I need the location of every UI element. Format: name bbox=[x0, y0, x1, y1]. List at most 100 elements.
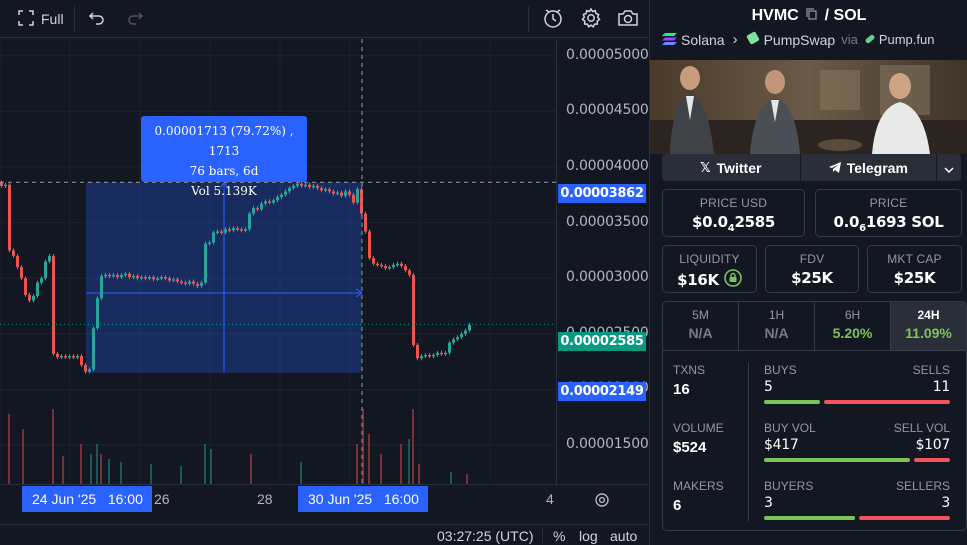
crosshair-price-tag: 0.00003862 bbox=[558, 184, 646, 203]
candle bbox=[124, 273, 127, 276]
candle bbox=[56, 353, 59, 358]
mkt-cap-box: MKT CAP $25K bbox=[867, 245, 962, 293]
token-symbol: HVMC bbox=[751, 7, 799, 25]
fdv-value: $25K bbox=[791, 269, 833, 287]
liquidity-box: LIQUIDITY $16K bbox=[662, 245, 757, 293]
price-tick-label: 0.00005000 bbox=[566, 46, 649, 63]
volume-bar bbox=[300, 462, 302, 484]
candle bbox=[240, 229, 243, 231]
volume-bar bbox=[418, 464, 420, 484]
token-header: HVMC / SOL Solana › PumpSwap via Pump.fu… bbox=[650, 0, 967, 60]
redo-button[interactable] bbox=[126, 7, 144, 31]
liquidity-label: LIQUIDITY bbox=[679, 252, 740, 266]
candle bbox=[204, 243, 207, 283]
tab-1h[interactable]: 1H N/A bbox=[739, 302, 815, 350]
volume-stat: VOLUME $524 bbox=[673, 421, 724, 456]
candle bbox=[16, 255, 19, 268]
candle bbox=[388, 267, 391, 269]
candle bbox=[396, 263, 399, 266]
dex-link[interactable]: PumpSwap bbox=[764, 32, 836, 48]
log-scale-toggle[interactable]: log bbox=[579, 528, 598, 544]
candle bbox=[104, 274, 107, 277]
tab-6h[interactable]: 6H 5.20% bbox=[815, 302, 891, 350]
undo-button[interactable] bbox=[88, 7, 106, 31]
volume-bar bbox=[108, 459, 110, 484]
launchpad-link[interactable]: Pump.fun bbox=[879, 32, 935, 47]
measure-volume: Vol 5.139K bbox=[191, 184, 257, 198]
volume-bar bbox=[8, 414, 10, 484]
volume-bar bbox=[764, 458, 950, 462]
tab-5m[interactable]: 5M N/A bbox=[663, 302, 739, 350]
candle bbox=[196, 283, 199, 286]
copy-icon[interactable] bbox=[806, 7, 817, 25]
volume-bar bbox=[96, 444, 98, 484]
volume-bar bbox=[356, 444, 358, 484]
candle bbox=[176, 279, 179, 282]
settings-button[interactable] bbox=[580, 7, 602, 31]
tab-24h[interactable]: 24H 11.09% bbox=[891, 302, 966, 350]
pair-separator: / bbox=[824, 7, 830, 25]
via-label: via bbox=[841, 32, 858, 47]
volume-bar bbox=[380, 454, 382, 484]
buyers-count: 3 bbox=[764, 495, 773, 511]
volume-bar bbox=[250, 454, 252, 484]
chain-link[interactable]: Solana bbox=[681, 32, 725, 48]
candle bbox=[136, 275, 139, 279]
sells-count: 11 bbox=[932, 379, 951, 395]
candle bbox=[308, 184, 311, 187]
candle bbox=[428, 354, 431, 357]
replay-button[interactable] bbox=[542, 7, 564, 31]
volume-bar bbox=[210, 449, 212, 484]
volume-bar bbox=[150, 464, 152, 484]
candle bbox=[436, 352, 439, 355]
candle bbox=[380, 264, 383, 267]
breadcrumb: Solana › PumpSwap via Pump.fun bbox=[662, 31, 962, 48]
candle bbox=[52, 255, 55, 354]
volume-bar bbox=[52, 409, 54, 484]
candle bbox=[132, 275, 135, 278]
candle bbox=[48, 255, 51, 262]
candle bbox=[20, 267, 23, 279]
twitter-button[interactable]: 𝕏 Twitter bbox=[662, 154, 800, 181]
telegram-button[interactable]: Telegram bbox=[800, 154, 937, 181]
candle bbox=[232, 228, 235, 231]
candle bbox=[320, 188, 323, 191]
sellers-count: 3 bbox=[941, 495, 950, 511]
fullscreen-icon bbox=[18, 9, 34, 29]
range-low-price-tag: 0.00002149 bbox=[558, 382, 646, 401]
candle bbox=[408, 270, 411, 275]
liquidity-value: $16K bbox=[677, 271, 719, 289]
percent-scale-toggle[interactable]: % bbox=[553, 528, 565, 544]
more-links-button[interactable] bbox=[937, 154, 962, 181]
price-chart[interactable]: 0.00001713 (79.72%) , 1713 76 bars, 6d V… bbox=[0, 39, 556, 484]
auto-scale-toggle[interactable]: auto bbox=[610, 528, 637, 544]
candle bbox=[244, 229, 247, 231]
range-end-time-tag: 30 Jun '25 16:00 bbox=[298, 486, 428, 512]
candle bbox=[112, 274, 115, 277]
mkt-cap-value: $25K bbox=[893, 269, 936, 287]
candle bbox=[156, 278, 159, 280]
volume-row: BUY VOL SELL VOL $417 $107 bbox=[764, 421, 950, 462]
candle bbox=[356, 189, 359, 203]
fullscreen-button[interactable]: Full bbox=[18, 7, 64, 31]
time-label-4: 4 bbox=[546, 491, 554, 507]
screenshot-button[interactable] bbox=[617, 7, 639, 31]
candle bbox=[256, 208, 259, 210]
candle bbox=[264, 201, 267, 204]
candle bbox=[392, 264, 395, 268]
price-axis[interactable]: 0.00005000 0.00004500 0.00004000 0.00003500… bbox=[556, 39, 649, 484]
candle bbox=[188, 281, 191, 284]
volume-bar bbox=[408, 439, 410, 484]
chevron-right-icon: › bbox=[732, 31, 738, 48]
social-links: 𝕏 Twitter Telegram bbox=[662, 154, 962, 181]
price-usd-label: PRICE USD bbox=[699, 196, 768, 210]
axis-settings-button[interactable] bbox=[594, 492, 610, 511]
candle bbox=[152, 277, 155, 280]
mkt-cap-label: MKT CAP bbox=[887, 252, 942, 266]
price-native-label: PRICE bbox=[869, 196, 908, 210]
time-axis[interactable]: 26 28 4 24 Jun '25 16:00 30 Jun '25 16:0… bbox=[0, 484, 648, 518]
candle bbox=[460, 333, 463, 338]
candle bbox=[252, 208, 255, 214]
price-tick-label: 0.00003000 bbox=[566, 269, 649, 286]
price-usd-box: PRICE USD $0.042585 bbox=[662, 189, 805, 237]
